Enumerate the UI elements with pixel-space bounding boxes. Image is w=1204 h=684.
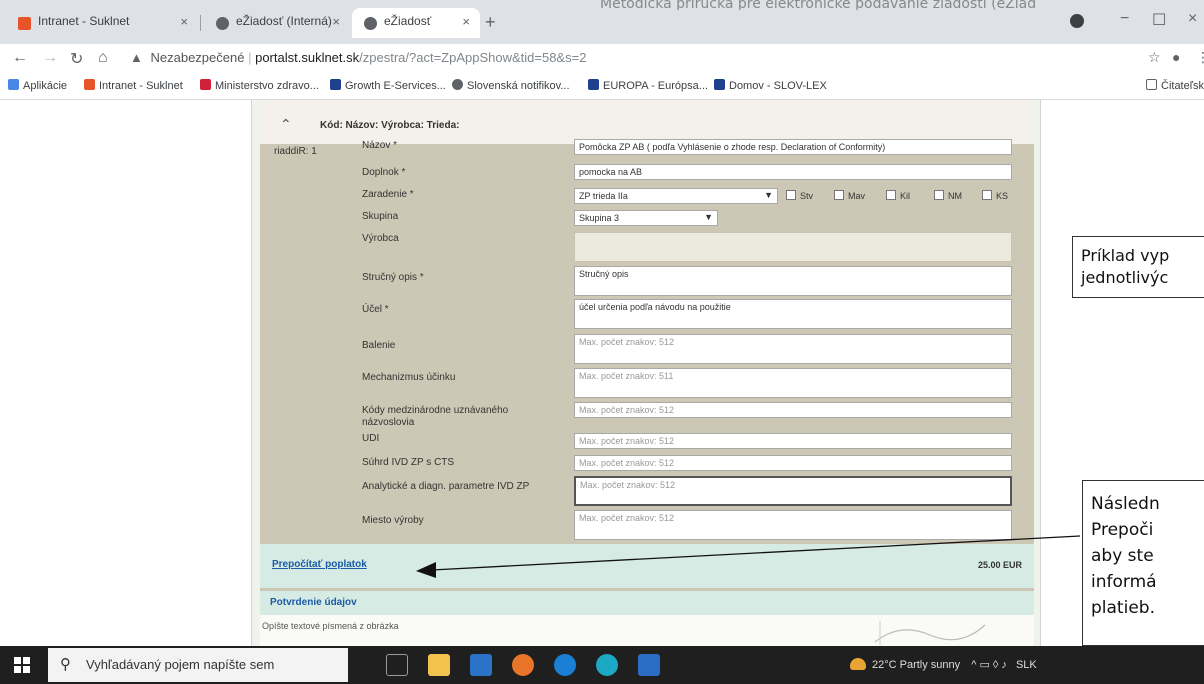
globe-favicon-icon	[364, 17, 377, 30]
windows-start-icon[interactable]	[14, 657, 30, 673]
annotation-callout-example: Príklad vyp jednotlivýc	[1072, 236, 1204, 298]
eu-flag-icon	[330, 79, 341, 90]
home-icon[interactable]: ⌂	[98, 49, 108, 67]
reload-icon[interactable]: ↻	[70, 49, 83, 69]
tab-title: eŽiadosť	[384, 14, 432, 28]
annotation-arrow	[416, 535, 1081, 578]
close-window-icon[interactable]: ×	[1188, 10, 1197, 28]
bookmark-favicon-icon	[84, 79, 95, 90]
weather-text: 22°C Partly sunny	[872, 659, 961, 671]
minimize-icon[interactable]: −	[1120, 10, 1129, 28]
tab-eziadost-interna[interactable]: eŽiadosť (Interná) ×	[204, 8, 350, 38]
tab-title: Intranet - Suklnet	[38, 14, 130, 28]
back-icon[interactable]: ←	[12, 49, 28, 67]
weather-icon	[850, 658, 866, 670]
address-toolbar: ← → ↻ ⌂ ▲ Nezabezpečené | portalst.sukln…	[0, 44, 1204, 74]
bookmark-star-icon[interactable]: ☆	[1148, 49, 1161, 66]
chrome-icon[interactable]	[512, 654, 534, 676]
language-indicator[interactable]: SLK	[1016, 659, 1037, 671]
outlook-icon[interactable]	[470, 654, 492, 676]
address-bar[interactable]: ▲ Nezabezpečené | portalst.suklnet.sk/zp…	[130, 47, 1030, 71]
globe-favicon-icon	[452, 79, 463, 90]
tab-close-icon[interactable]: ×	[332, 14, 340, 29]
search-icon: ⚲	[60, 656, 71, 673]
eu-flag-icon	[588, 79, 599, 90]
edge-icon[interactable]	[596, 654, 618, 676]
windows-taskbar: ⚲ Vyhľadávaný pojem napíšte sem 22°C Par…	[0, 646, 1204, 684]
file-explorer-icon[interactable]	[428, 654, 450, 676]
tab-title: eŽiadosť (Interná)	[236, 14, 332, 28]
account-icon[interactable]: ●	[1172, 49, 1180, 65]
task-view-icon[interactable]	[386, 654, 408, 676]
tab-eziadost[interactable]: eŽiadosť ×	[352, 8, 480, 38]
document-header-text: Metodická príručka pre elektronické podá…	[600, 0, 1037, 10]
warning-icon: ▲	[130, 50, 143, 65]
url-host: portalst.suklnet.sk	[255, 50, 360, 65]
shield-favicon-icon	[200, 79, 211, 90]
maximize-icon[interactable]: ☐	[1152, 10, 1166, 30]
bookmark-apps[interactable]: Aplikácie	[8, 79, 67, 92]
bookmark-europa[interactable]: EUROPA - Európsa...	[588, 79, 708, 92]
reading-list[interactable]: Čitateľský zoznam	[1146, 79, 1204, 92]
forward-icon[interactable]: →	[42, 49, 58, 67]
system-tray[interactable]: 22°C Partly sunny ^ ▭ ◊ ♪ SLK	[850, 658, 1037, 671]
globe-favicon-icon	[216, 17, 229, 30]
internet-explorer-icon[interactable]	[554, 654, 576, 676]
url-path: /zpestra/?act=ZpAppShow&tid=58&s=2	[359, 50, 587, 65]
bookmark-slov-lex[interactable]: Domov - SLOV-LEX	[714, 79, 827, 92]
taskbar-search-input[interactable]: ⚲ Vyhľadávaný pojem napíšte sem	[48, 648, 348, 682]
menu-icon[interactable]: ⋮	[1196, 49, 1204, 66]
apps-grid-icon	[8, 79, 19, 90]
intranet-favicon-icon	[18, 17, 31, 30]
reading-list-icon	[1146, 79, 1157, 90]
bookmark-ministerstvo[interactable]: Ministerstvo zdravo...	[200, 79, 319, 92]
profile-icon[interactable]	[1070, 14, 1084, 28]
new-tab-icon[interactable]: +	[485, 12, 496, 33]
bookmark-slovenska-notifikovana[interactable]: Slovenská notifikov...	[452, 79, 570, 92]
tab-intranet[interactable]: Intranet - Suklnet ×	[6, 8, 198, 38]
bookmark-intranet[interactable]: Intranet - Suklnet	[84, 79, 183, 92]
word-icon[interactable]	[638, 654, 660, 676]
slov-lex-icon	[714, 79, 725, 90]
tray-icons[interactable]: ^ ▭ ◊ ♪	[971, 659, 1007, 671]
tab-close-icon[interactable]: ×	[180, 14, 188, 29]
annotation-callout-next: Následn Prepoči aby ste informá platieb.	[1082, 480, 1204, 646]
bookmarks-bar: Aplikácie Intranet - Suklnet Ministerstv…	[0, 74, 1204, 100]
tab-close-icon[interactable]: ×	[462, 14, 470, 29]
security-label: Nezabezpečené	[150, 50, 245, 65]
page-content: ⌃ Kód: Názov: Výrobca: Trieda: riaddiR: …	[0, 100, 1204, 646]
bookmark-growth[interactable]: Growth E-Services...	[330, 79, 446, 92]
